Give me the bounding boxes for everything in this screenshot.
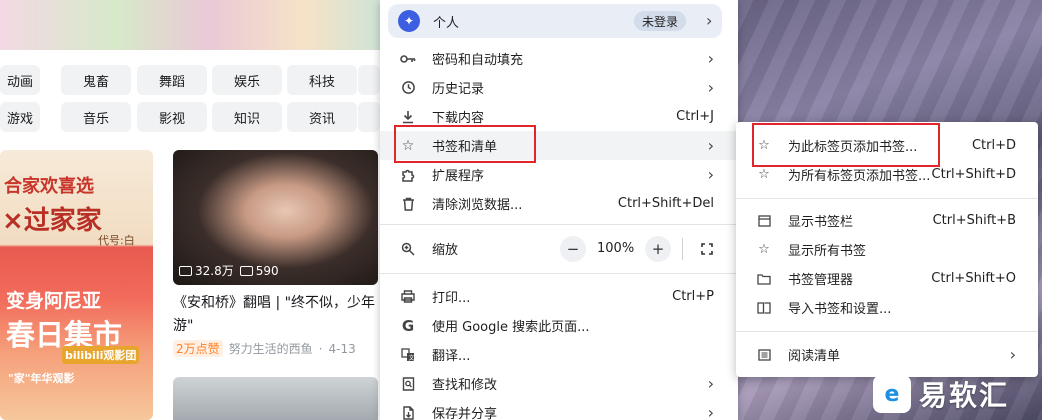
find-icon	[400, 376, 416, 392]
watermark-logo: e	[873, 375, 911, 413]
tag-chip[interactable]: 知识	[212, 102, 282, 132]
login-status-badge: 未登录	[634, 11, 687, 31]
puzzle-icon	[400, 167, 416, 183]
submenu-item-show-all-bookmarks[interactable]: ☆ 显示所有书签	[736, 235, 1038, 264]
video-thumbnail[interactable]: 32.8万 590	[173, 150, 378, 285]
zoom-divider	[682, 238, 683, 260]
watermark: e 易软汇	[873, 374, 1009, 414]
tag-chip[interactable]: 动画	[0, 65, 40, 95]
star-outline-icon: ☆	[758, 167, 770, 182]
print-icon	[400, 289, 416, 305]
highlight-box	[752, 123, 940, 167]
tag-chip[interactable]: 资讯	[287, 102, 357, 132]
submenu-item-show-bookmark-bar[interactable]: 显示书签栏 Ctrl+Shift+B	[736, 206, 1038, 235]
play-count: 32.8万	[179, 262, 234, 279]
tag-chip-partial[interactable]	[358, 102, 380, 132]
promo-line: ×过家家	[2, 206, 102, 236]
chevron-right-icon: ›	[706, 11, 713, 30]
profile-name: 个人	[433, 16, 460, 31]
zoom-in-button[interactable]: +	[645, 236, 671, 262]
butterfly-icon: ✦	[398, 10, 420, 32]
chevron-right-icon: ›	[707, 165, 714, 184]
chevron-right-icon: ›	[707, 49, 714, 68]
menu-item-translate[interactable]: 文 翻译...	[380, 340, 738, 369]
watermark-text: 易软汇	[919, 379, 1010, 412]
tag-chip[interactable]: 舞蹈	[137, 65, 207, 95]
zoom-out-button[interactable]: −	[560, 236, 586, 262]
menu-item-history[interactable]: 历史记录 ›	[380, 73, 738, 102]
history-icon	[400, 80, 416, 96]
menu-divider	[380, 273, 738, 274]
submenu-divider	[736, 198, 1038, 199]
tag-chip[interactable]: 鬼畜	[61, 65, 131, 95]
banner-image	[0, 0, 380, 50]
chevron-right-icon: ›	[1009, 345, 1016, 364]
star-filled-icon: ☆	[758, 242, 770, 257]
submenu-divider	[736, 331, 1038, 332]
import-icon	[756, 300, 772, 316]
zoom-level: 100%	[597, 241, 635, 256]
key-icon	[400, 51, 416, 67]
download-icon	[400, 109, 416, 125]
bookmark-manager-icon	[756, 271, 772, 287]
video-stats: 32.8万 590	[179, 262, 279, 279]
video-author[interactable]: 努力生活的西鱼	[229, 340, 313, 357]
promo-card[interactable]: 合家欢喜选 ×过家家 代号:白 变身阿尼亚 春日集市 bilibili观影团 "…	[0, 150, 153, 420]
video-date-sep: ·	[318, 341, 323, 356]
tag-chip[interactable]: 科技	[287, 65, 357, 95]
highlight-box	[394, 125, 536, 163]
play-icon	[179, 266, 192, 276]
menu-item-extensions[interactable]: 扩展程序 ›	[380, 160, 738, 189]
promo-badge: bilibili观影团	[62, 346, 140, 364]
tag-chip[interactable]: 游戏	[0, 102, 40, 132]
video-meta: 2万点赞 努力生活的西鱼 · 4-13	[173, 340, 356, 357]
translate-icon: 文	[400, 347, 416, 363]
promo-line: 代号:白	[98, 234, 135, 247]
tag-chip[interactable]: 影视	[137, 102, 207, 132]
profile-row[interactable]: ✦ 个人 未登录 ›	[388, 4, 722, 38]
menu-item-clear-data[interactable]: 清除浏览数据... Ctrl+Shift+Del	[380, 189, 738, 218]
tag-chip[interactable]: 音乐	[61, 102, 131, 132]
chevron-right-icon: ›	[707, 374, 714, 393]
tag-chip-partial[interactable]	[358, 65, 380, 95]
chevron-right-icon: ›	[707, 78, 714, 97]
fullscreen-icon[interactable]	[694, 236, 720, 262]
zoom-icon	[400, 241, 416, 257]
submenu-item-bookmark-manager[interactable]: 书签管理器 Ctrl+Shift+O	[736, 264, 1038, 293]
hot-tag: 2万点赞	[173, 340, 223, 357]
menu-item-zoom: 缩放	[380, 234, 738, 263]
trash-icon	[400, 196, 416, 212]
video-title[interactable]: 《安和桥》翻唱 | "终不似，少年 游"	[173, 292, 378, 338]
menu-item-print[interactable]: 打印... Ctrl+P	[380, 282, 738, 311]
menu-item-passwords[interactable]: 密码和自动填充 ›	[380, 44, 738, 73]
chrome-main-menu: ✦ 个人 未登录 › 密码和自动填充 › 历史记录 › 下载内容 Ctrl+J …	[380, 0, 738, 420]
svg-text:文: 文	[409, 354, 415, 362]
video-date: 4-13	[328, 341, 356, 356]
danmaku-icon	[239, 265, 253, 276]
chevron-right-icon: ›	[707, 403, 714, 420]
google-icon: G	[401, 316, 415, 335]
promo-line: "家"年华观影	[8, 372, 75, 385]
submenu-item-import[interactable]: 导入书签和设置...	[736, 293, 1038, 322]
save-share-icon	[400, 405, 416, 420]
menu-item-google-search[interactable]: G 使用 Google 搜索此页面...	[380, 311, 738, 340]
video-thumbnail[interactable]	[173, 377, 378, 420]
tag-chip[interactable]: 娱乐	[212, 65, 282, 95]
reading-list-icon	[756, 347, 772, 363]
menu-item-find[interactable]: 查找和修改 ›	[380, 369, 738, 398]
menu-divider	[380, 224, 738, 225]
bookmarks-submenu: ☆ 为此标签页添加书签... Ctrl+D ☆ 为所有标签页添加书签... Ct…	[736, 122, 1038, 377]
bookmark-bar-icon	[756, 213, 772, 229]
submenu-item-reading-list[interactable]: 阅读清单 ›	[736, 340, 1038, 369]
promo-line: 变身阿尼亚	[6, 290, 102, 312]
menu-item-save-share[interactable]: 保存并分享 ›	[380, 398, 738, 420]
danmaku-count: 590	[239, 264, 279, 278]
promo-line: 合家欢喜选	[4, 176, 94, 197]
chevron-right-icon: ›	[707, 136, 714, 155]
